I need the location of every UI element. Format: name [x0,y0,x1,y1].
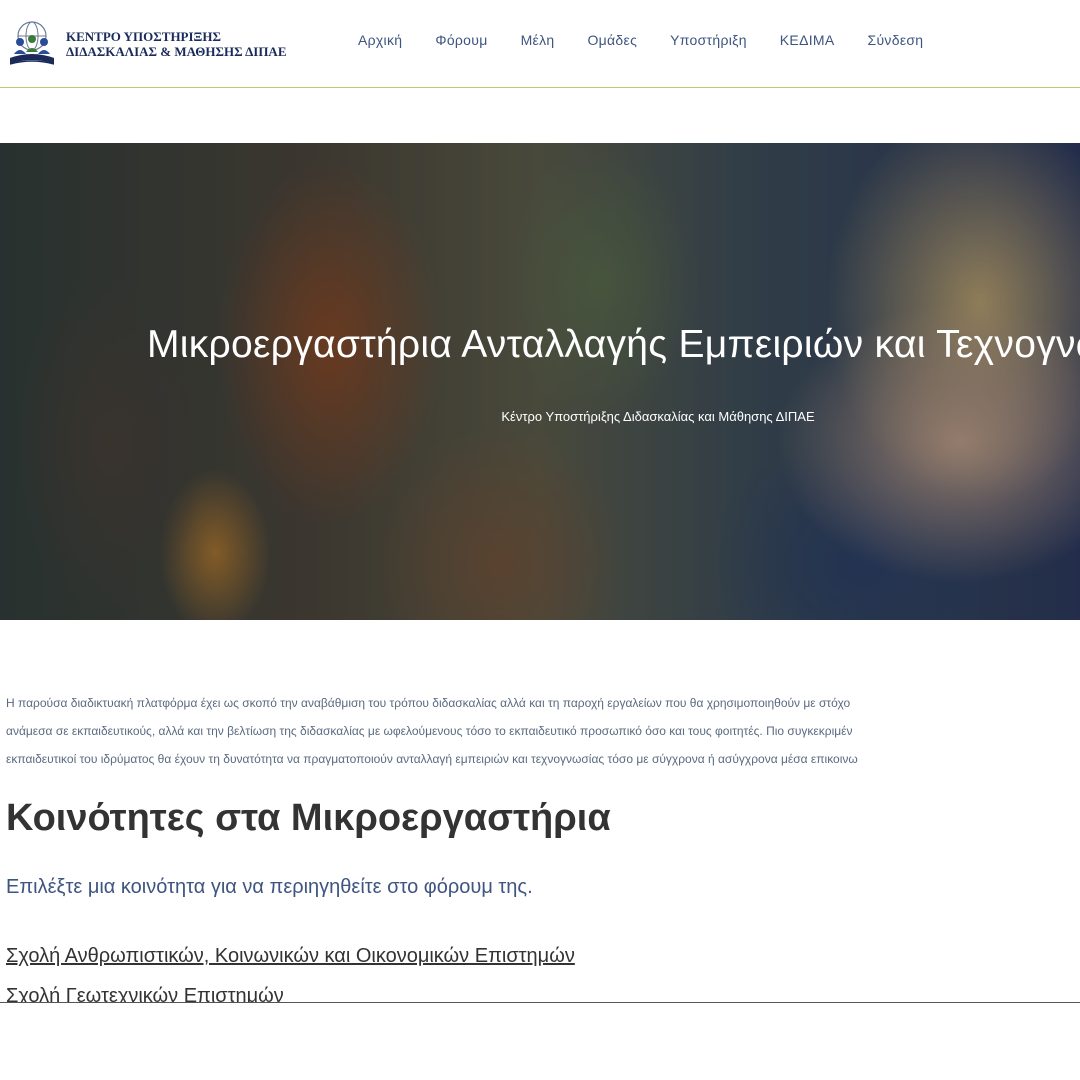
logo-emblem-icon [9,21,55,65]
logo-line-2: ΔΙΔΑΣΚΑΛΙΑΣ & ΜΑΘΗΣΗΣ ΔΙΠΑΕ [66,44,287,59]
nav-item-groups[interactable]: Ομάδες [587,32,637,48]
intro-paragraph: Η παρούσα διαδικτυακή πλατφόρμα έχει ως … [6,689,1080,773]
site-logo[interactable]: ΚΕΝΤΡΟ ΥΠΟΣΤΗΡΙΞΗΣ ΔΙΔΑΣΚΑΛΙΑΣ & ΜΑΘΗΣΗΣ… [6,14,326,74]
nav-item-login[interactable]: Σύνδεση [868,32,924,48]
hero-title: Μικροεργαστήρια Ανταλλαγής Εμπειριών και… [147,323,1080,366]
logo-line-1: ΚΕΝΤΡΟ ΥΠΟΣΤΗΡΙΞΗΣ [66,29,221,44]
intro-line-3: εκπαιδευτικοί του ιδρύματος θα έχουν τη … [6,752,858,766]
communities-title: Κοινότητες στα Μικροεργαστήρια [6,797,611,839]
hero-subtitle: Κέντρο Υποστήριξης Διδασκαλίας και Μάθησ… [501,409,815,424]
main-nav: Αρχική Φόρουμ Μέλη Ομάδες Υποστήριξη ΚΕΔ… [358,32,956,48]
intro-line-2: ανάμεσα σε εκπαιδευτικούς, αλλά και την … [6,724,853,738]
communities-description: Επιλέξτε μια κοινότητα για να περιηγηθεί… [6,876,533,898]
site-header: ΚΕΝΤΡΟ ΥΠΟΣΤΗΡΙΞΗΣ ΔΙΔΑΣΚΑΛΙΑΣ & ΜΑΘΗΣΗΣ… [0,0,1080,88]
nav-item-members[interactable]: Μέλη [521,32,555,48]
intro-line-1: Η παρούσα διαδικτυακή πλατφόρμα έχει ως … [6,696,851,710]
nav-item-support[interactable]: Υποστήριξη [670,32,747,48]
hero-image [0,143,1080,620]
page: ΚΕΝΤΡΟ ΥΠΟΣΤΗΡΙΞΗΣ ΔΙΔΑΣΚΑΛΙΑΣ & ΜΑΘΗΣΗΣ… [0,0,1080,1080]
bottom-blank-area [0,1003,1080,1080]
community-link-humanities[interactable]: Σχολή Ανθρωπιστικών, Κοινωνικών και Οικο… [6,936,575,976]
nav-item-home[interactable]: Αρχική [358,32,402,48]
hero-banner: Μικροεργαστήρια Ανταλλαγής Εμπειριών και… [0,143,1080,620]
logo-text: ΚΕΝΤΡΟ ΥΠΟΣΤΗΡΙΞΗΣ ΔΙΔΑΣΚΑΛΙΑΣ & ΜΑΘΗΣΗΣ… [66,29,287,59]
nav-item-kedima[interactable]: ΚΕΔΙΜΑ [780,32,835,48]
nav-item-forum[interactable]: Φόρουμ [435,32,487,48]
